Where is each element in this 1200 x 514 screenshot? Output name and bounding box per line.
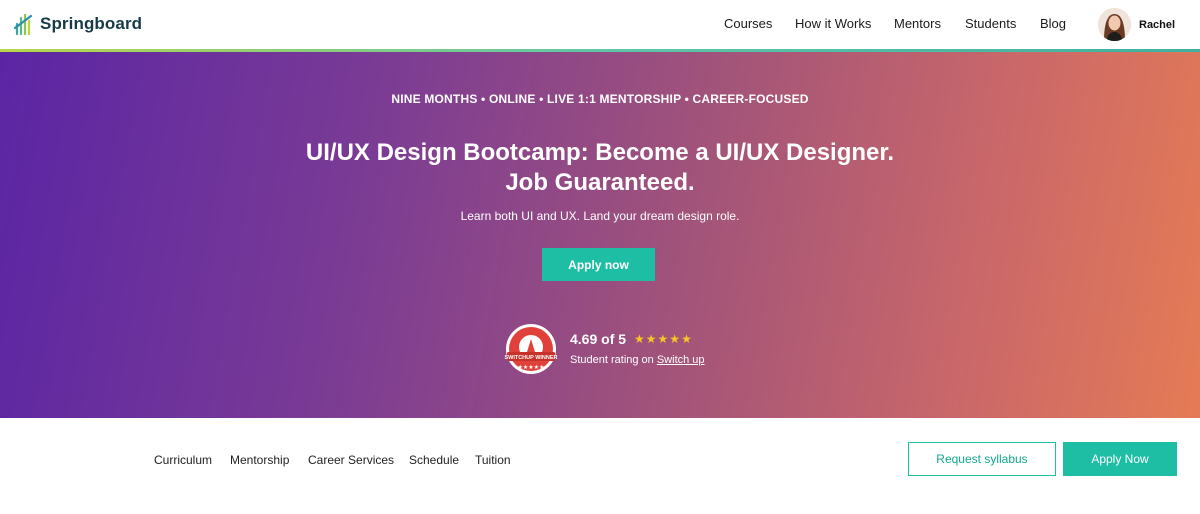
star-rating-icon: ★★★★★	[634, 332, 693, 346]
rating-source-prefix: Student rating on	[570, 354, 657, 366]
course-subnav: Curriculum Mentorship Career Services Sc…	[0, 418, 1200, 514]
hero-subhead: Learn both UI and UX. Land your dream de…	[460, 209, 740, 223]
avatar[interactable]	[1098, 8, 1131, 41]
site-header: Springboard Courses How it Works Mentors…	[0, 0, 1200, 51]
rating-source: Student rating on Switch up	[570, 354, 705, 366]
student-rating: SWITCHUP WINNER ★★★★★ 4.69 of 5 ★★★★★ St…	[504, 322, 705, 376]
subnav-curriculum[interactable]: Curriculum	[154, 453, 212, 467]
subnav-tuition[interactable]: Tuition	[475, 453, 511, 467]
apply-now-secondary-button[interactable]: Apply Now	[1063, 442, 1177, 476]
svg-text:★★★★★: ★★★★★	[518, 364, 545, 371]
apply-now-button[interactable]: Apply now	[542, 248, 655, 281]
subnav-mentorship[interactable]: Mentorship	[230, 453, 289, 467]
svg-text:SWITCHUP WINNER: SWITCHUP WINNER	[504, 355, 557, 361]
nav-blog[interactable]: Blog	[1040, 16, 1066, 31]
nav-mentors[interactable]: Mentors	[894, 16, 941, 31]
switchup-link[interactable]: Switch up	[657, 354, 705, 366]
rating-text: 4.69 of 5 ★★★★★ Student rating on Switch…	[570, 322, 705, 366]
hero-banner: NINE MONTHS • ONLINE • LIVE 1:1 MENTORSH…	[0, 52, 1200, 418]
user-name: Rachel	[1139, 18, 1176, 31]
subnav-career-services[interactable]: Career Services	[308, 453, 394, 467]
nav-students[interactable]: Students	[965, 16, 1016, 31]
nav-how-it-works[interactable]: How it Works	[795, 16, 871, 31]
page-title: UI/UX Design Bootcamp: Become a UI/UX De…	[305, 139, 895, 196]
avatar-photo	[1098, 8, 1131, 41]
hero-eyebrow: NINE MONTHS • ONLINE • LIVE 1:1 MENTORSH…	[391, 92, 809, 106]
request-syllabus-button[interactable]: Request syllabus	[908, 442, 1056, 476]
nav-courses[interactable]: Courses	[724, 16, 772, 31]
score-row: 4.69 of 5 ★★★★★	[570, 331, 705, 347]
main-nav: Courses How it Works Mentors Students Bl…	[0, 16, 1200, 34]
subnav-schedule[interactable]: Schedule	[409, 453, 459, 467]
user-menu[interactable]: Rachel	[1098, 8, 1175, 41]
switchup-award-badge-icon: SWITCHUP WINNER ★★★★★	[504, 324, 558, 374]
rating-score: 4.69 of 5	[570, 331, 627, 347]
